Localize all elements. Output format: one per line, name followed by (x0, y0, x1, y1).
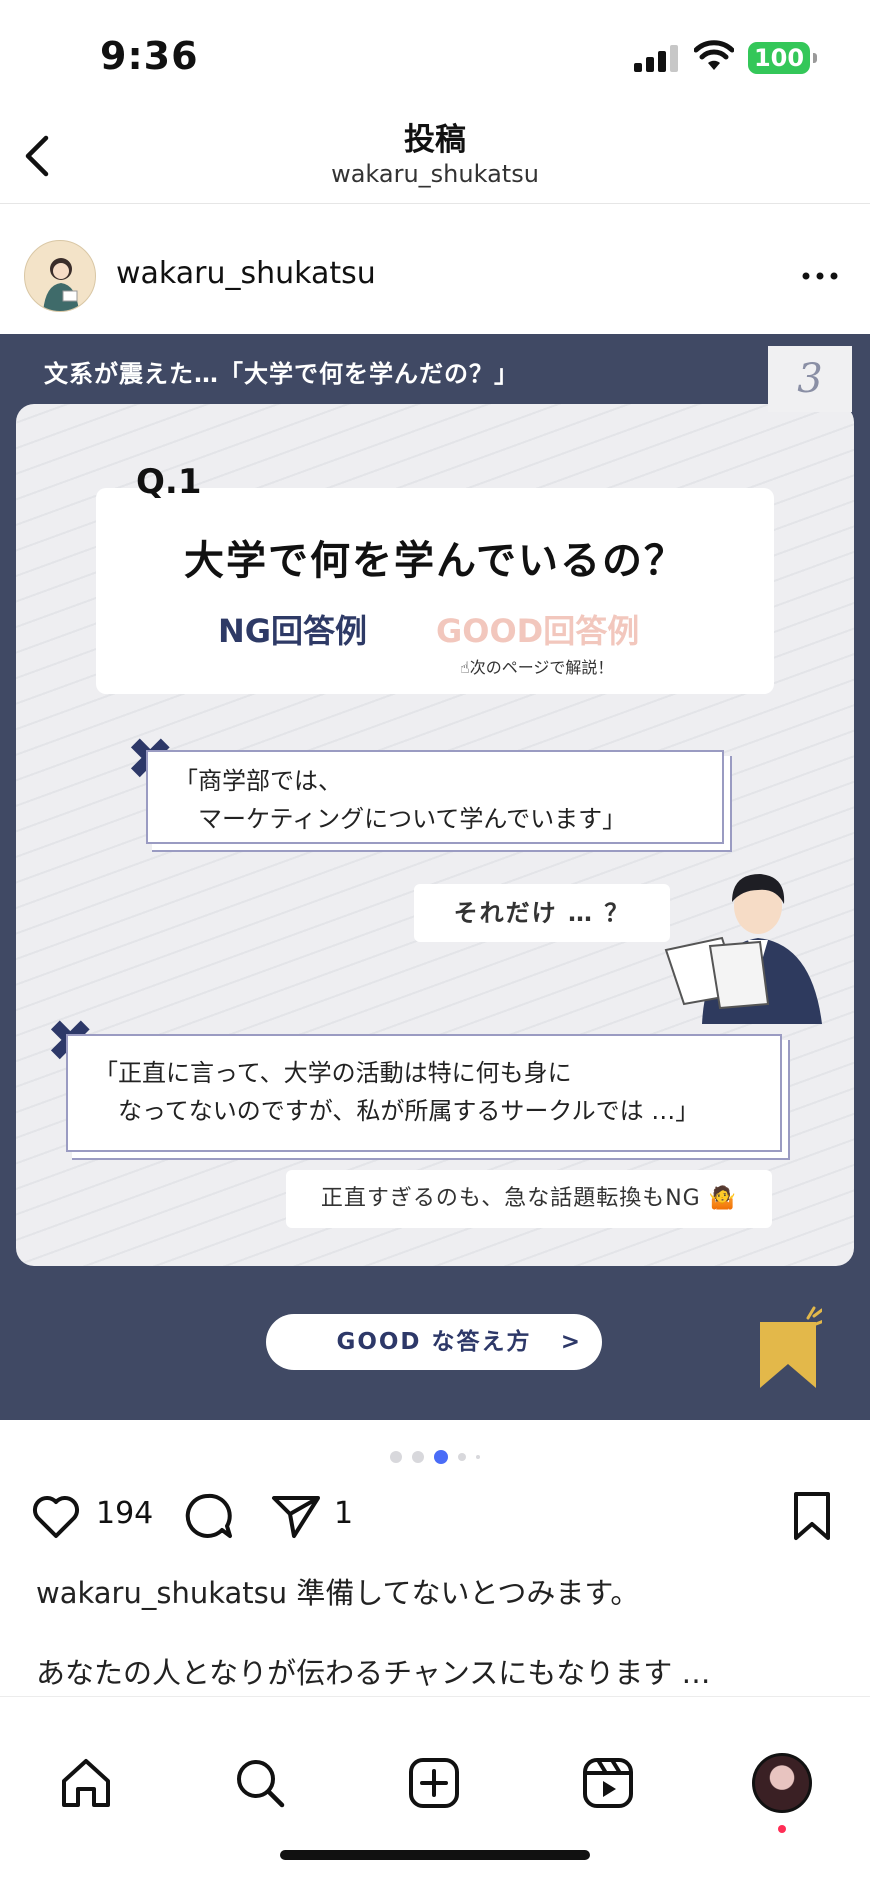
bubble-1-line-1: 「商学部では、 (174, 767, 342, 795)
status-time: 9:36 (100, 34, 199, 78)
notification-dot (778, 1825, 786, 1833)
comment-icon[interactable] (182, 1490, 234, 1542)
interviewer-illustration (664, 874, 822, 1024)
next-page-hint: ☝次のページで解説！ (460, 658, 614, 677)
ng-answer-bubble-2: 「正直に言って、大学の活動は特に何も身に なってないのですが、私が所属するサーク… (66, 1034, 782, 1152)
wifi-icon (694, 40, 734, 70)
nav-header: 投稿 wakaru_shukatsu (0, 110, 870, 204)
post-image-slide[interactable]: 文系が震えた…「大学で何を学んだの？」 3 大学で何を学んでいるの？ NG回答例… (0, 334, 870, 1420)
carousel-dot (476, 1454, 480, 1459)
bubble-1-line-2: マーケティングについて学んでいます」 (174, 805, 627, 833)
search-icon[interactable] (232, 1755, 288, 1811)
good-answer-button[interactable]: GOOD な答え方 > (266, 1314, 602, 1370)
question-box: 大学で何を学んでいるの？ NG回答例 GOOD回答例 ☝次のページで解説！ (96, 488, 774, 694)
post-actions: 194 1 (0, 1484, 870, 1548)
share-icon[interactable] (270, 1490, 322, 1542)
good-answer-button-label: GOOD な答え方 (336, 1329, 532, 1355)
more-options-icon[interactable] (800, 270, 840, 282)
carousel-dot-active (434, 1449, 448, 1464)
home-indicator (280, 1850, 590, 1860)
bubble-2-line-1: 「正直に言って、大学の活動は特に何も身に (94, 1059, 572, 1087)
interviewer-reply-1: それだけ … ？ (414, 884, 670, 942)
heart-icon[interactable] (30, 1490, 82, 1542)
caption-line-2[interactable]: あなたの人となりが伝わるチャンスにもなります … (36, 1650, 710, 1692)
post-header: wakaru_shukatsu (0, 204, 870, 334)
ng-answer-bubble-1: 「商学部では、 マーケティングについて学んでいます」 (146, 750, 724, 844)
reels-icon[interactable] (580, 1755, 636, 1811)
chevron-right-icon: > (560, 1329, 582, 1355)
bookmark-ribbon-icon (760, 1306, 822, 1388)
avatar-illustration (43, 258, 79, 311)
good-answer-label: GOOD回答例 (436, 612, 640, 650)
carousel-dot (412, 1450, 424, 1463)
profile-avatar-tab[interactable] (752, 1753, 812, 1813)
interviewer-reply-2: 正直すぎるのも、急な話題転換もNG 🤷 (286, 1170, 772, 1228)
carousel-indicator (0, 1446, 870, 1464)
bubble-2-line-2: なってないのですが、私が所属するサークルでは …」 (94, 1097, 700, 1125)
like-count[interactable]: 194 (96, 1496, 153, 1531)
page-title: 投稿 (404, 122, 466, 158)
save-bookmark-icon[interactable] (786, 1490, 838, 1542)
slide-page-number: 3 (768, 346, 852, 412)
post-username[interactable]: wakaru_shukatsu (116, 256, 376, 291)
ng-answer-label: NG回答例 (218, 612, 368, 650)
home-icon[interactable] (58, 1755, 114, 1811)
create-post-icon[interactable] (406, 1755, 462, 1811)
page-subtitle: wakaru_shukatsu (331, 160, 539, 188)
user-avatar[interactable] (24, 240, 96, 312)
carousel-dot (458, 1452, 466, 1461)
share-count: 1 (334, 1496, 354, 1531)
status-bar: 9:36 100 (0, 0, 870, 110)
caption-username[interactable]: wakaru_shukatsu (36, 1576, 287, 1610)
post-caption: wakaru_shukatsu 準備してないとつみます。 (36, 1570, 639, 1612)
question-number: Q.1 (136, 462, 202, 502)
slide-header-text: 文系が震えた…「大学で何を学んだの？」 (44, 360, 519, 388)
cellular-signal-icon (634, 44, 680, 72)
caption-text: 準備してないとつみます。 (287, 1576, 640, 1610)
battery-icon: 100 (748, 42, 817, 74)
question-text: 大学で何を学んでいるの？ (184, 538, 686, 584)
carousel-dot (390, 1450, 402, 1463)
